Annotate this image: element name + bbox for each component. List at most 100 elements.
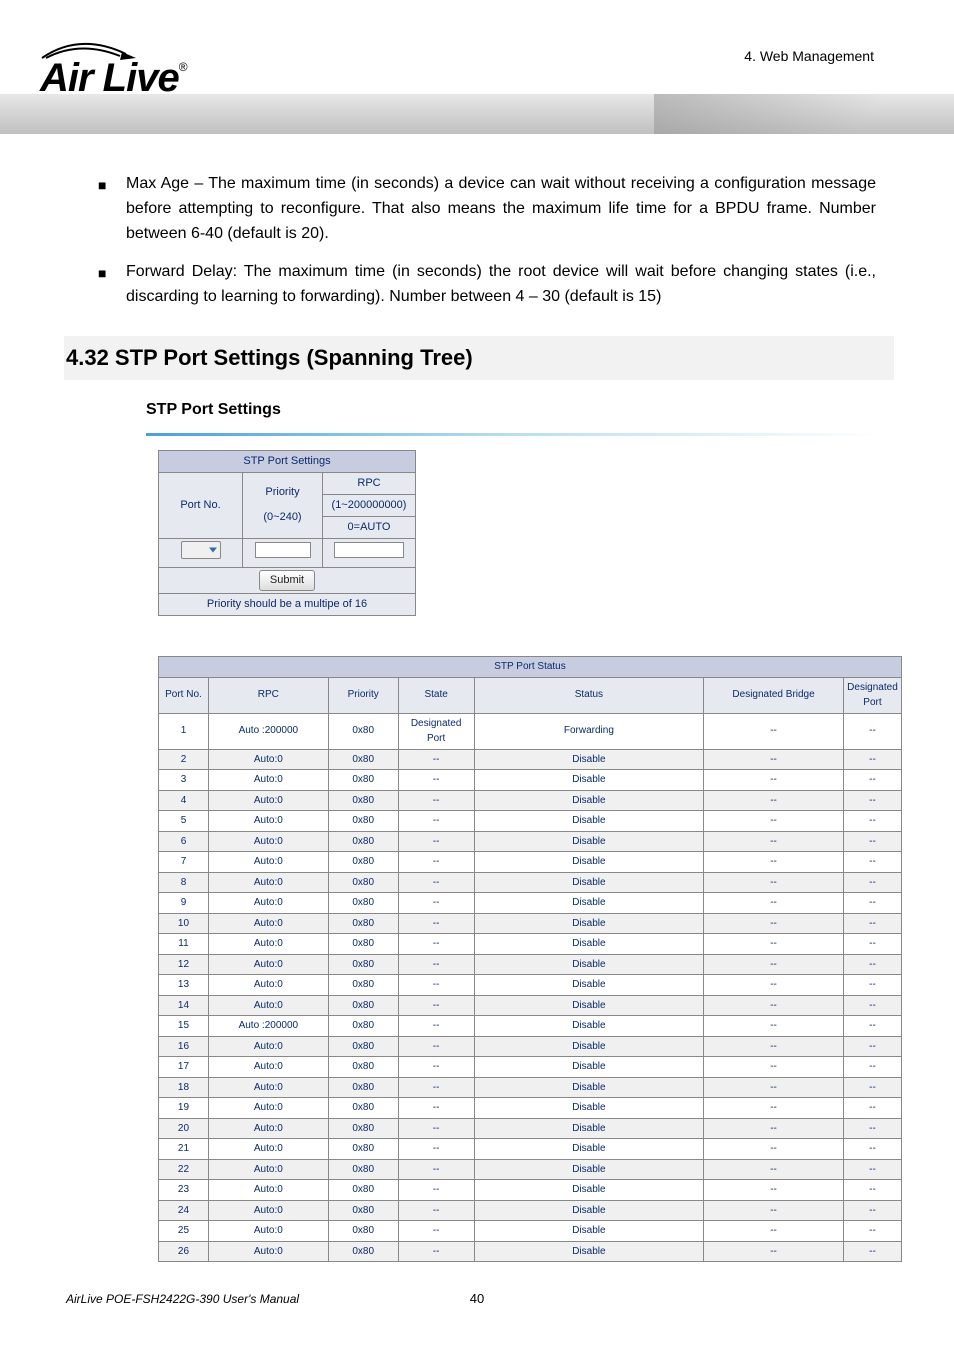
cell-priority: 0x80	[328, 872, 398, 893]
cell-port: 21	[159, 1139, 209, 1160]
cell-dp: --	[843, 934, 901, 955]
logo-text: Air Live	[40, 56, 179, 100]
h-state: State	[398, 677, 474, 713]
cell-port: 4	[159, 790, 209, 811]
cell-rpc: Auto:0	[208, 1139, 328, 1160]
cell-status: Disable	[474, 831, 704, 852]
h-rpc: RPC	[208, 677, 328, 713]
cell-state: --	[398, 1118, 474, 1139]
cell-db: --	[704, 954, 844, 975]
table-row: 13Auto:00x80--Disable----	[159, 975, 902, 996]
table-row: 16Auto:00x80--Disable----	[159, 1036, 902, 1057]
table-row: 4Auto:00x80--Disable----	[159, 790, 902, 811]
table-row: 20Auto:00x80--Disable----	[159, 1118, 902, 1139]
cell-priority: 0x80	[328, 811, 398, 832]
cell-db: --	[704, 995, 844, 1016]
cell-rpc: Auto:0	[208, 790, 328, 811]
footer-manual: AirLive POE-FSH2422G-390 User's Manual	[66, 1292, 299, 1306]
cell-rpc: Auto:0	[208, 1200, 328, 1221]
cell-priority: 0x80	[328, 713, 398, 749]
bullet-text: Forward Delay: The maximum time (in seco…	[126, 260, 876, 310]
cell-dp: --	[843, 790, 901, 811]
status-caption: STP Port Status	[159, 657, 902, 678]
cell-priority: 0x80	[328, 1077, 398, 1098]
cell-state: --	[398, 1180, 474, 1201]
cell-state: --	[398, 852, 474, 873]
table-row: 10Auto:00x80--Disable----	[159, 913, 902, 934]
cell-port: 22	[159, 1159, 209, 1180]
bullet-text: Max Age – The maximum time (in seconds) …	[126, 172, 876, 246]
cell-port: 17	[159, 1057, 209, 1078]
heading-underline	[146, 433, 882, 436]
cell-state: --	[398, 811, 474, 832]
cell-status: Disable	[474, 954, 704, 975]
cell-status: Disable	[474, 1180, 704, 1201]
cell-priority: 0x80	[328, 770, 398, 791]
cell-state: --	[398, 749, 474, 770]
cell-priority: 0x80	[328, 1118, 398, 1139]
cell-rpc: Auto:0	[208, 1098, 328, 1119]
cell-state: --	[398, 1057, 474, 1078]
table-row: 18Auto:00x80--Disable----	[159, 1077, 902, 1098]
cell-port: 1	[159, 713, 209, 749]
cell-dp: --	[843, 1118, 901, 1139]
cell-port: 18	[159, 1077, 209, 1098]
cell-db: --	[704, 1016, 844, 1037]
cell-db: --	[704, 1036, 844, 1057]
cell-rpc: Auto:0	[208, 1077, 328, 1098]
cell-port: 23	[159, 1180, 209, 1201]
chapter-label: 4. Web Management	[744, 48, 874, 64]
rpc-input[interactable]	[334, 542, 404, 558]
cell-priority: 0x80	[328, 1159, 398, 1180]
cell-priority: 0x80	[328, 790, 398, 811]
cell-status: Disable	[474, 1200, 704, 1221]
cell-state: --	[398, 1077, 474, 1098]
cell-dp: --	[843, 1036, 901, 1057]
cell-state: DesignatedPort	[398, 713, 474, 749]
port-select[interactable]	[181, 541, 221, 559]
table-row: 25Auto:00x80--Disable----	[159, 1221, 902, 1242]
section-heading: 4.32 STP Port Settings (Spanning Tree)	[64, 336, 894, 380]
cell-dp: --	[843, 1159, 901, 1180]
table-row: 6Auto:00x80--Disable----	[159, 831, 902, 852]
cell-status: Disable	[474, 790, 704, 811]
cell-priority: 0x80	[328, 975, 398, 996]
cell-db: --	[704, 975, 844, 996]
priority-input[interactable]	[255, 542, 311, 558]
col-rpc-auto: 0=AUTO	[323, 517, 416, 539]
cell-rpc: Auto:0	[208, 995, 328, 1016]
cell-priority: 0x80	[328, 934, 398, 955]
cell-db: --	[704, 1139, 844, 1160]
cell-port: 9	[159, 893, 209, 914]
table-row: 17Auto:00x80--Disable----	[159, 1057, 902, 1078]
table-row: 14Auto:00x80--Disable----	[159, 995, 902, 1016]
cell-dp: --	[843, 1016, 901, 1037]
cell-state: --	[398, 1139, 474, 1160]
cell-rpc: Auto:0	[208, 1159, 328, 1180]
cell-status: Disable	[474, 893, 704, 914]
cell-dp: --	[843, 1180, 901, 1201]
table-row: 26Auto:00x80--Disable----	[159, 1241, 902, 1262]
cell-dp: --	[843, 975, 901, 996]
cell-rpc: Auto :200000	[208, 1016, 328, 1037]
cell-port: 19	[159, 1098, 209, 1119]
cell-dp: --	[843, 770, 901, 791]
cell-db: --	[704, 831, 844, 852]
cell-state: --	[398, 995, 474, 1016]
cell-rpc: Auto:0	[208, 811, 328, 832]
cell-priority: 0x80	[328, 1016, 398, 1037]
submit-button[interactable]: Submit	[259, 570, 315, 591]
cell-status: Disable	[474, 770, 704, 791]
cell-priority: 0x80	[328, 893, 398, 914]
cell-db: --	[704, 1159, 844, 1180]
cell-state: --	[398, 1241, 474, 1262]
cell-port: 10	[159, 913, 209, 934]
cell-rpc: Auto:0	[208, 852, 328, 873]
cell-priority: 0x80	[328, 1200, 398, 1221]
cell-rpc: Auto:0	[208, 1180, 328, 1201]
cell-priority: 0x80	[328, 995, 398, 1016]
cell-db: --	[704, 770, 844, 791]
cell-dp: --	[843, 852, 901, 873]
cell-priority: 0x80	[328, 1057, 398, 1078]
cell-dp: --	[843, 811, 901, 832]
